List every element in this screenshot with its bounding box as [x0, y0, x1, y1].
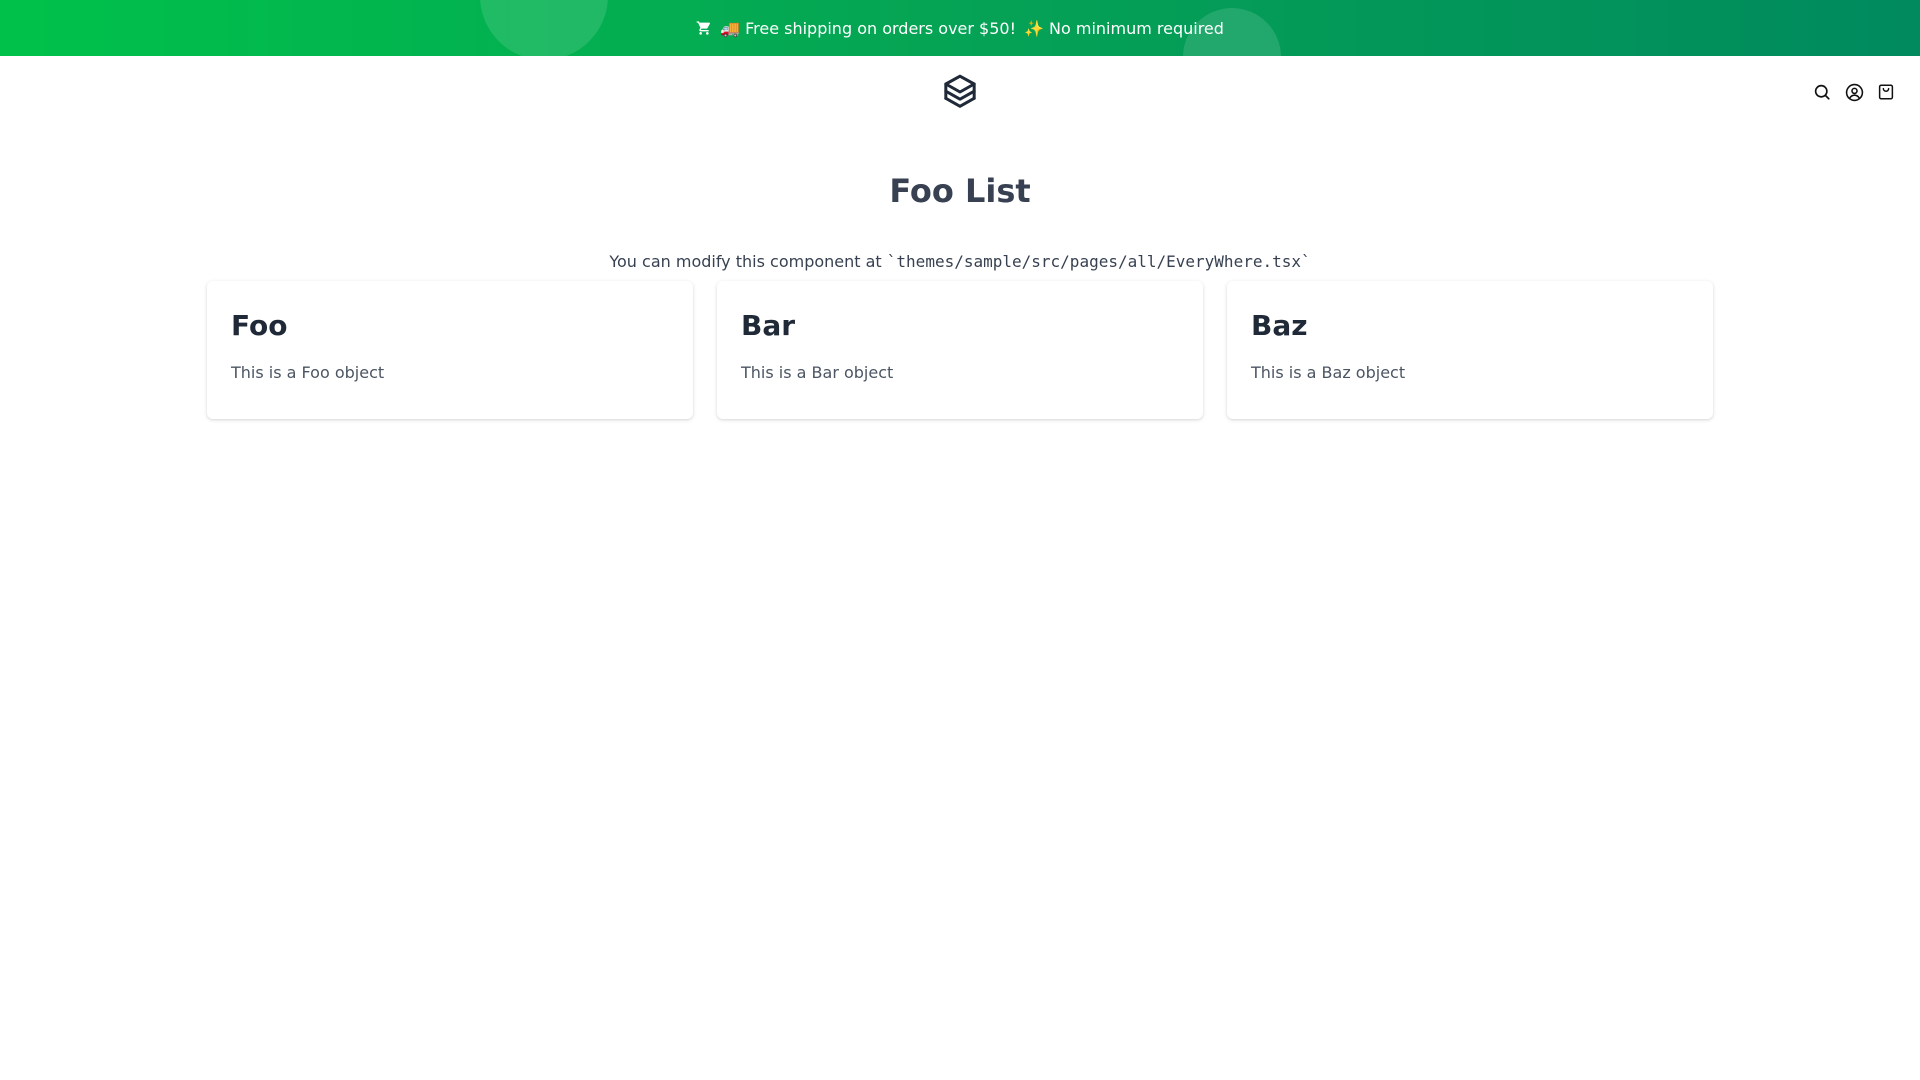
description-text: You can modify this component at	[609, 252, 887, 272]
card-title: Bar	[741, 309, 796, 343]
site-header	[0, 56, 1920, 128]
card-foo[interactable]: Foo This is a Foo object	[207, 281, 693, 420]
promo-minimum-text: ✨ No minimum required	[1024, 18, 1224, 38]
card-body: This is a Bar object	[741, 362, 894, 382]
user-icon[interactable]	[1844, 82, 1864, 102]
card-body: This is a Baz object	[1251, 362, 1406, 382]
card-bar[interactable]: Bar This is a Bar object	[717, 281, 1203, 420]
search-icon[interactable]	[1812, 82, 1832, 102]
card-title: Baz	[1251, 309, 1308, 343]
page-title: Foo List	[889, 172, 1031, 210]
promo-banner: 🚚 Free shipping on orders over $50! ✨ No…	[0, 0, 1920, 56]
card-grid: Foo This is a Foo object Bar This is a B…	[207, 281, 1713, 420]
page-description: You can modify this component at `themes…	[0, 252, 1920, 271]
card-baz[interactable]: Baz This is a Baz object	[1227, 281, 1713, 420]
decorative-bubble	[480, 0, 608, 56]
layers-logo-icon[interactable]	[940, 72, 980, 112]
shopping-cart-icon	[696, 20, 712, 36]
header-actions	[1812, 56, 1896, 128]
main-content: Foo List You can modify this component a…	[0, 172, 1920, 420]
card-body: This is a Foo object	[231, 362, 385, 382]
promo-shipping-text: 🚚 Free shipping on orders over $50!	[720, 18, 1017, 38]
promo-content: 🚚 Free shipping on orders over $50! ✨ No…	[696, 19, 1224, 38]
card-title: Foo	[231, 309, 288, 343]
component-path: `themes/sample/src/pages/all/EveryWhere.…	[886, 252, 1311, 272]
shopping-bag-icon[interactable]	[1876, 82, 1896, 102]
